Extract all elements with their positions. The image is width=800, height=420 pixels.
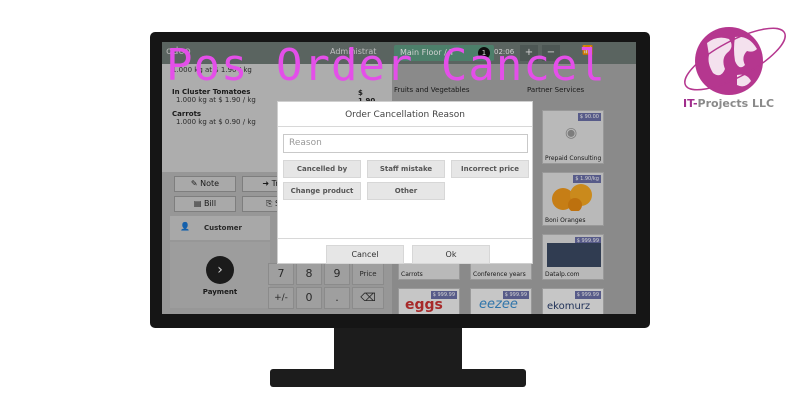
ok-button[interactable]: Ok xyxy=(412,245,490,264)
dialog-footer-divider xyxy=(278,238,532,239)
dialog-divider xyxy=(278,126,532,127)
reason-cancelled-by-customer[interactable]: Cancelled by customer xyxy=(283,160,361,189)
reason-staff-mistake[interactable]: Staff mistake xyxy=(367,160,445,178)
brand-suffix: Projects LLC xyxy=(697,97,775,110)
reason-change-product[interactable]: Change product xyxy=(283,182,361,200)
brand-name: IT-Projects LLC xyxy=(683,97,774,110)
reason-incorrect-price[interactable]: Incorrect price xyxy=(451,160,529,178)
dialog-title: Order Cancellation Reason xyxy=(345,110,465,120)
reason-input[interactable]: Reason xyxy=(283,134,528,153)
reason-other[interactable]: Other xyxy=(367,182,445,200)
cancel-button[interactable]: Cancel xyxy=(326,245,404,264)
monitor-stand-neck xyxy=(334,328,462,372)
monitor-stand-base xyxy=(270,369,526,387)
page-title: Pos Order Cancel xyxy=(166,40,606,91)
cancellation-reason-dialog: Order Cancellation Reason Reason Cancell… xyxy=(277,101,533,264)
brand-prefix: IT- xyxy=(683,97,698,110)
